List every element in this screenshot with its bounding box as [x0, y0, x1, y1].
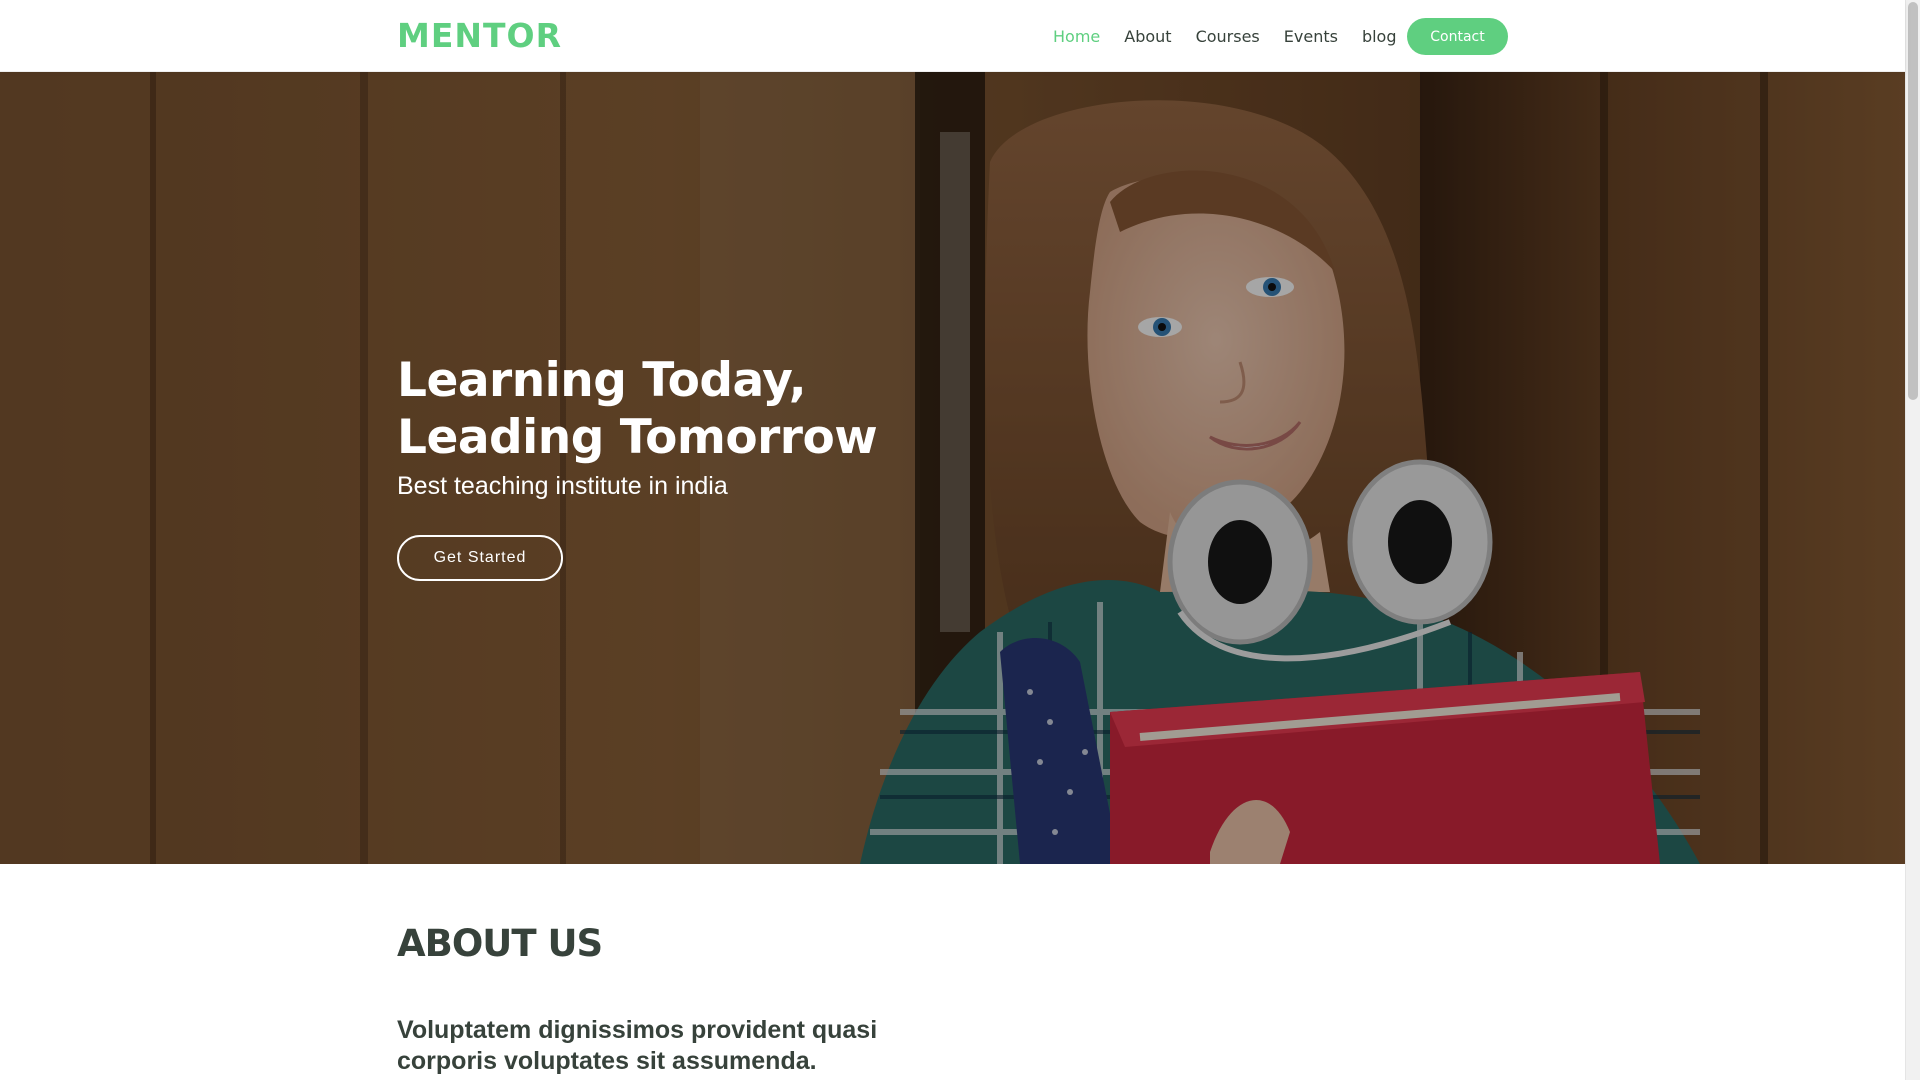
site-logo[interactable]: MENTOR [397, 14, 562, 58]
scrollbar-thumb[interactable] [1908, 2, 1918, 400]
hero-section: Learning Today, Leading Tomorrow Best te… [0, 72, 1905, 864]
nav-item-events[interactable]: Events [1284, 27, 1338, 46]
nav-item-courses[interactable]: Courses [1196, 27, 1260, 46]
hero-overlay [0, 72, 1905, 864]
contact-button[interactable]: Contact [1407, 18, 1508, 55]
nav-item-blog[interactable]: blog [1362, 27, 1397, 46]
about-lead-text: Voluptatem dignissimos provident quasi c… [397, 1016, 878, 1075]
hero-title: Learning Today, Leading Tomorrow [397, 352, 997, 466]
about-section-title: ABOUT US [397, 922, 603, 965]
main-nav: Home About Courses Events blog [1053, 0, 1420, 72]
get-started-button[interactable]: Get Started [397, 535, 563, 581]
hero-title-line-2: Leading Tomorrow [397, 410, 878, 465]
hero-subtitle: Best teaching institute in india [397, 472, 728, 500]
nav-item-home[interactable]: Home [1053, 27, 1100, 46]
site-header: MENTOR Home About Courses Events blog Co… [0, 0, 1905, 72]
page: MENTOR Home About Courses Events blog Co… [0, 0, 1920, 1080]
nav-item-about[interactable]: About [1124, 27, 1171, 46]
vertical-scrollbar[interactable] [1905, 0, 1920, 1080]
hero-title-line-1: Learning Today, [397, 353, 807, 408]
